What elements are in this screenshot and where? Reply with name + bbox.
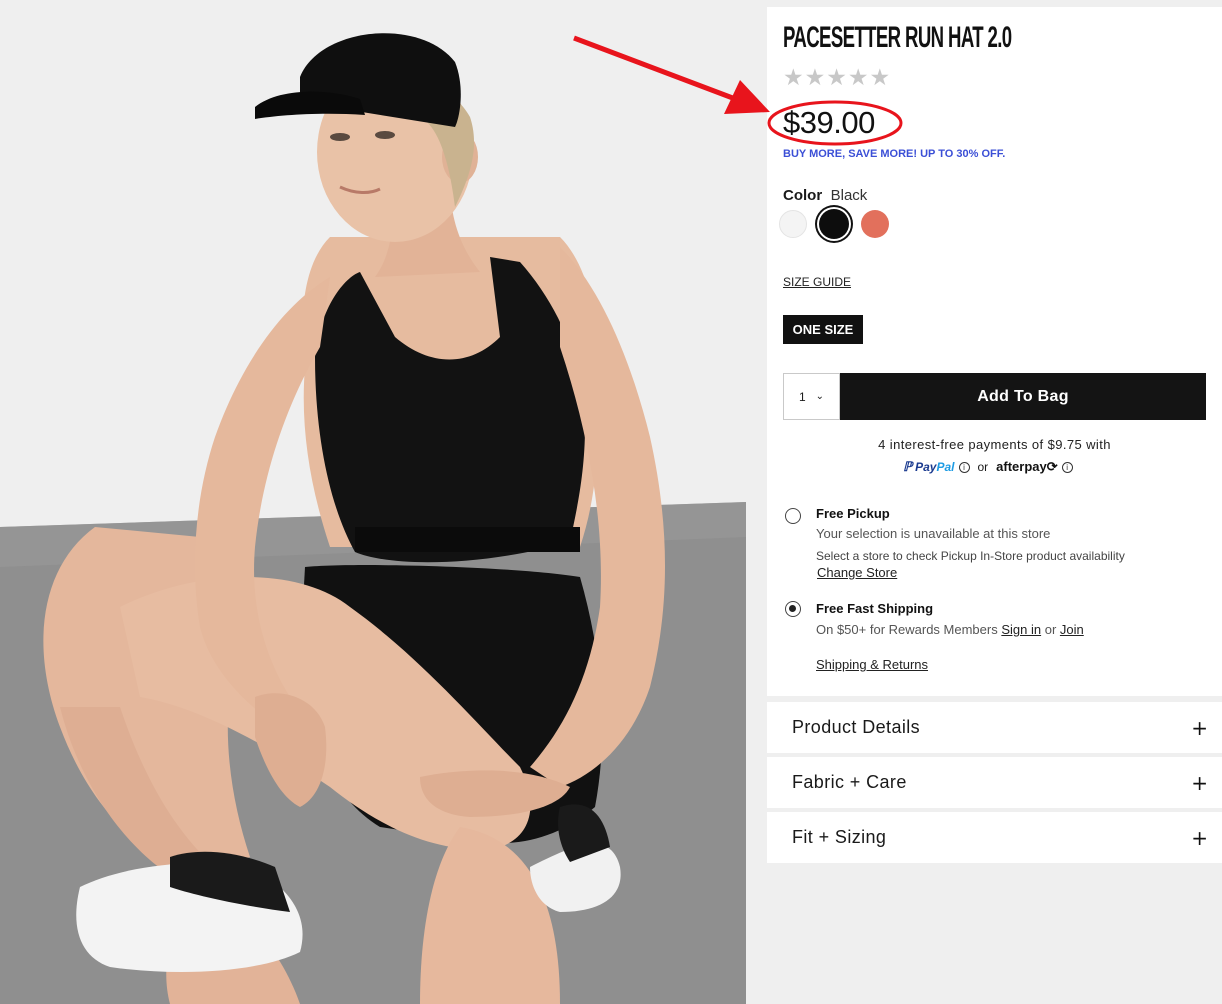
rating-stars[interactable]: ★ ★ ★ ★ ★ <box>783 65 890 91</box>
product-photo <box>0 7 746 1004</box>
color-label-row: Color Black <box>783 187 867 204</box>
plus-icon: + <box>1191 825 1208 850</box>
product-info-panel: PACESETTER RUN HAT 2.0 ★ ★ ★ ★ ★ $39.00 … <box>767 7 1222 696</box>
shipping-returns-link[interactable]: Shipping & Returns <box>816 657 928 672</box>
shipping-title: Free Fast Shipping <box>816 601 934 616</box>
plus-icon: + <box>1191 770 1208 795</box>
swatch-coral[interactable] <box>861 210 889 238</box>
paypal-info-icon[interactable]: i <box>958 461 970 473</box>
pickup-radio[interactable] <box>785 508 801 524</box>
size-guide-link[interactable]: SIZE GUIDE <box>783 275 851 289</box>
payments-or: or <box>977 460 989 474</box>
pickup-hint: Select a store to check Pickup In-Store … <box>816 549 1125 563</box>
quantity-value: 1 <box>798 389 806 404</box>
payment-logos: ℙ Pay Pal i or afterpay⟳ i <box>903 459 1073 475</box>
color-label: Color <box>783 187 823 204</box>
accordion-fabric-care[interactable]: Fabric + Care + <box>767 757 1222 808</box>
accordion-label: Fabric + Care <box>792 772 907 792</box>
shipping-or: or <box>1044 622 1057 637</box>
star-icon: ★ <box>847 65 869 91</box>
plus-icon: + <box>1191 715 1208 740</box>
star-icon: ★ <box>804 65 826 91</box>
model-photo-illustration <box>0 7 746 1004</box>
star-icon: ★ <box>826 65 847 91</box>
pickup-status: Your selection is unavailable at this st… <box>816 526 1051 541</box>
afterpay-logo[interactable]: afterpay⟳ <box>996 459 1057 475</box>
star-icon: ★ <box>869 65 891 91</box>
selected-color: Black <box>830 187 868 204</box>
installments-text: 4 interest-free payments of $9.75 with <box>878 437 1111 452</box>
afterpay-icon: ⟳ <box>1046 459 1058 474</box>
change-store-link[interactable]: Change Store <box>817 565 897 580</box>
shipping-radio[interactable] <box>785 601 801 617</box>
paypal-icon: ℙ <box>903 459 913 474</box>
paypal-word-pal: Pal <box>936 460 955 474</box>
add-to-bag-button[interactable]: Add To Bag <box>840 373 1206 420</box>
shipping-text-row: On $50+ for Rewards Members Sign in or J… <box>816 622 1084 637</box>
accordion-product-details[interactable]: Product Details + <box>767 702 1222 753</box>
accordion-fit-sizing[interactable]: Fit + Sizing + <box>767 812 1222 863</box>
product-title: PACESETTER RUN HAT 2.0 <box>783 21 1012 54</box>
paypal-logo[interactable]: ℙ Pay Pal <box>903 459 955 475</box>
sign-in-link[interactable]: Sign in <box>1001 622 1041 637</box>
accordion-label: Product Details <box>792 717 921 737</box>
swatch-black[interactable] <box>819 209 849 239</box>
promo-banner[interactable]: BUY MORE, SAVE MORE! UP TO 30% OFF. <box>783 148 1005 160</box>
join-link[interactable]: Join <box>1060 622 1084 637</box>
size-option-one-size[interactable]: ONE SIZE <box>783 315 863 344</box>
paypal-word-pay: Pay <box>915 460 937 474</box>
chevron-down-icon: ⌄ <box>815 391 825 402</box>
accordion-label: Fit + Sizing <box>792 827 887 847</box>
quantity-select[interactable]: 1 ⌄ <box>783 373 840 420</box>
shipping-text: On $50+ for Rewards Members <box>816 622 998 637</box>
product-price: $39.00 <box>783 105 875 140</box>
afterpay-info-icon[interactable]: i <box>1061 461 1073 473</box>
swatch-white[interactable] <box>779 210 807 238</box>
star-icon: ★ <box>783 65 804 91</box>
afterpay-word: afterpay <box>996 459 1047 474</box>
color-swatches <box>779 209 889 239</box>
pickup-title: Free Pickup <box>816 506 890 521</box>
